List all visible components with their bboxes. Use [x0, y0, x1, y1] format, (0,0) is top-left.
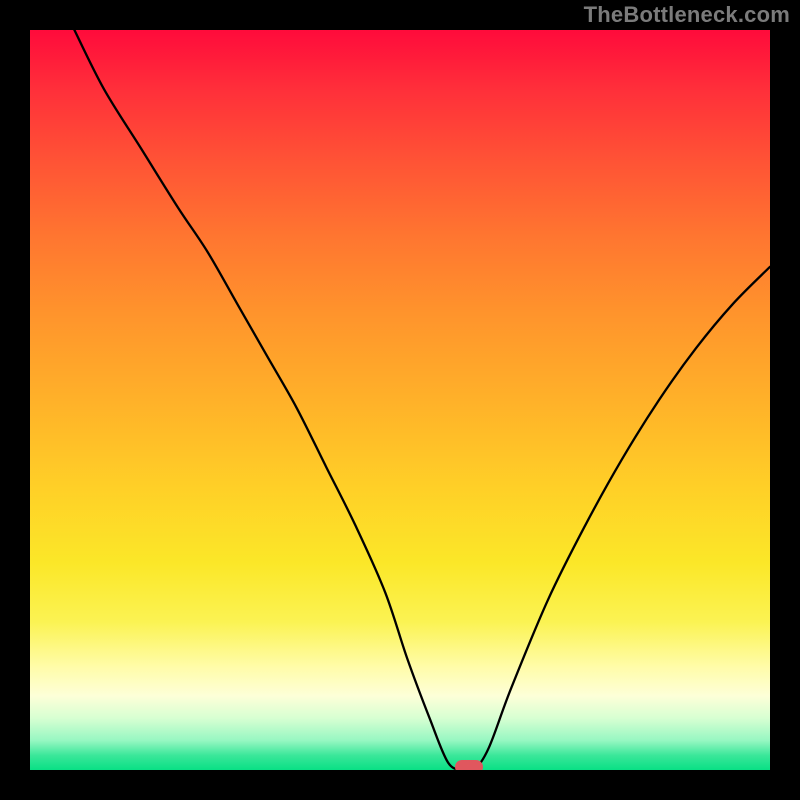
optimum-marker — [455, 760, 483, 770]
plot-area — [30, 30, 770, 770]
watermark-text: TheBottleneck.com — [584, 2, 790, 28]
chart-frame: TheBottleneck.com — [0, 0, 800, 800]
bottleneck-curve — [30, 30, 770, 770]
